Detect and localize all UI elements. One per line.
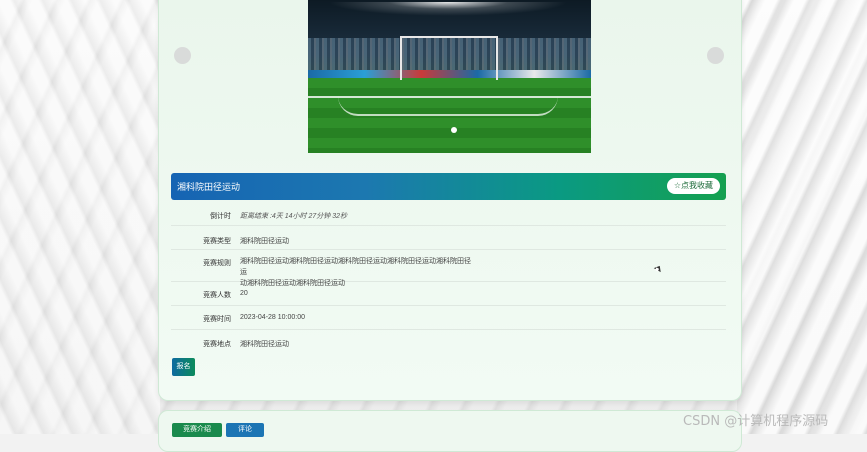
time-label: 竞赛时间 xyxy=(203,316,231,323)
detail-row-time: 竞赛时间 2023-04-28 10:00:00 xyxy=(171,306,726,330)
carousel-indicator-dot[interactable] xyxy=(451,127,457,133)
rules-label: 竞赛规则 xyxy=(203,260,231,267)
location-label: 竞赛地点 xyxy=(203,341,231,348)
favorite-button[interactable]: ☆点我收藏 xyxy=(666,178,720,194)
watermark: CSDN @计算机程序源码 xyxy=(683,414,829,429)
detail-row-count: 竞赛人数 20 xyxy=(171,282,726,306)
count-label: 竞赛人数 xyxy=(203,292,231,299)
time-value: 2023-04-28 10:00:00 xyxy=(240,314,305,321)
carousel-next-button[interactable] xyxy=(707,47,724,64)
count-value: 20 xyxy=(240,290,248,297)
background-stripes-left xyxy=(0,0,160,434)
tab-competition-intro[interactable]: 竞赛介绍 xyxy=(172,423,222,437)
competition-title: 湘科院田径运动 xyxy=(177,182,241,192)
stadium-lights xyxy=(328,2,568,16)
type-label: 竞赛类型 xyxy=(203,238,231,245)
detail-row-type: 竞赛类型 湘科院田径运动 xyxy=(171,226,726,250)
image-carousel[interactable] xyxy=(308,0,591,153)
detail-row-rules: 竞赛规则 湘科院田径运动湘科院田径运动湘科院田径运动湘科院田径运动湘科院田径运 … xyxy=(171,250,726,287)
goal xyxy=(400,36,498,80)
rules-line-1: 湘科院田径运动湘科院田径运动湘科院田径运动湘科院田径运动湘科院田径运 xyxy=(240,258,471,276)
countdown-value: 距离结束 :4天 14小时 27分钟 32秒 xyxy=(240,213,347,220)
signup-button[interactable]: 报名 xyxy=(172,358,195,376)
details-list: 倒计时 距离结束 :4天 14小时 27分钟 32秒 竞赛类型 湘科院田径运动 … xyxy=(171,202,726,353)
detail-row-location: 竞赛地点 湘科院田径运动 xyxy=(171,330,726,353)
tab-comments[interactable]: 评论 xyxy=(226,423,264,437)
location-value: 湘科院田径运动 xyxy=(240,341,289,348)
detail-row-countdown: 倒计时 距离结束 :4天 14小时 27分钟 32秒 xyxy=(171,202,726,226)
competition-header: 湘科院田径运动 ☆点我收藏 xyxy=(171,173,726,200)
countdown-label: 倒计时 xyxy=(210,213,231,220)
type-value: 湘科院田径运动 xyxy=(240,238,289,245)
carousel-prev-button[interactable] xyxy=(174,47,191,64)
background-stripes-right xyxy=(737,0,867,434)
pitch-arc xyxy=(338,96,558,116)
